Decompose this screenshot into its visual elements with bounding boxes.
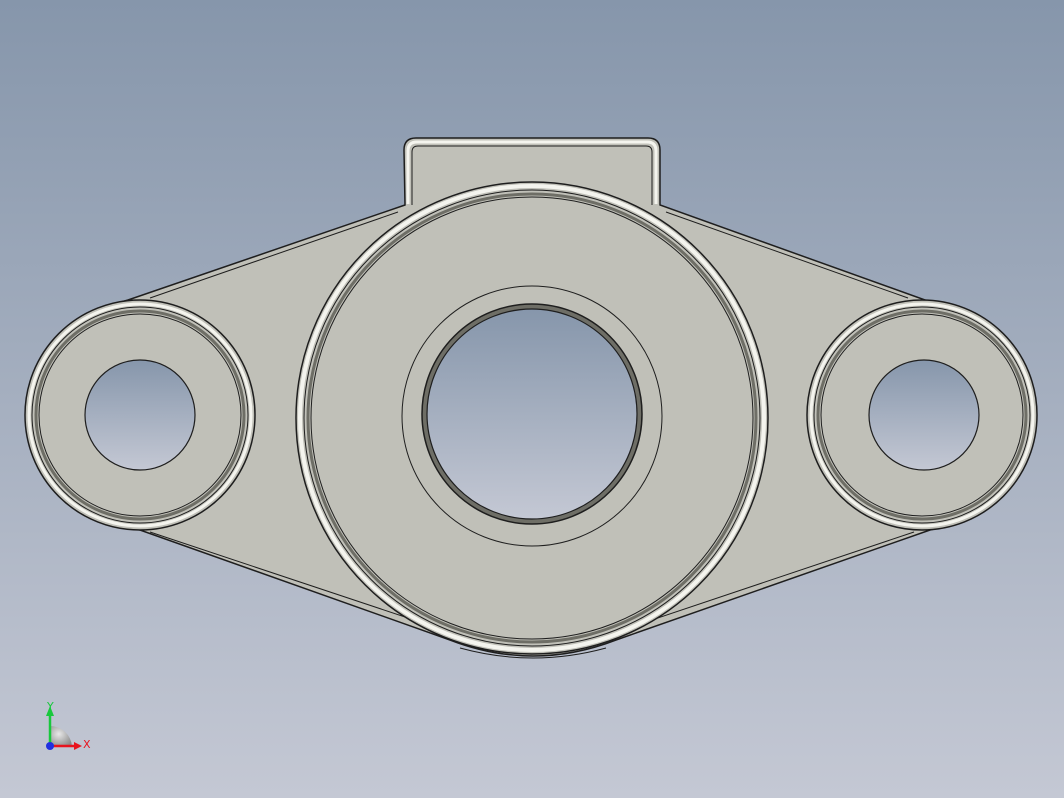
center-bore[interactable]: [426, 308, 638, 520]
right-mounting-lug[interactable]: [806, 299, 1038, 531]
y-axis-label: Y: [46, 700, 54, 713]
left-bolt-hole[interactable]: [84, 359, 196, 471]
x-axis-label: X: [83, 738, 91, 751]
left-mounting-lug[interactable]: [24, 299, 256, 531]
triad-origin: [46, 742, 54, 750]
central-boss[interactable]: [295, 181, 769, 655]
graphics-viewport[interactable]: Y X: [0, 0, 1064, 798]
right-bolt-hole[interactable]: [868, 359, 980, 471]
model-canvas[interactable]: Y X: [0, 0, 1064, 798]
